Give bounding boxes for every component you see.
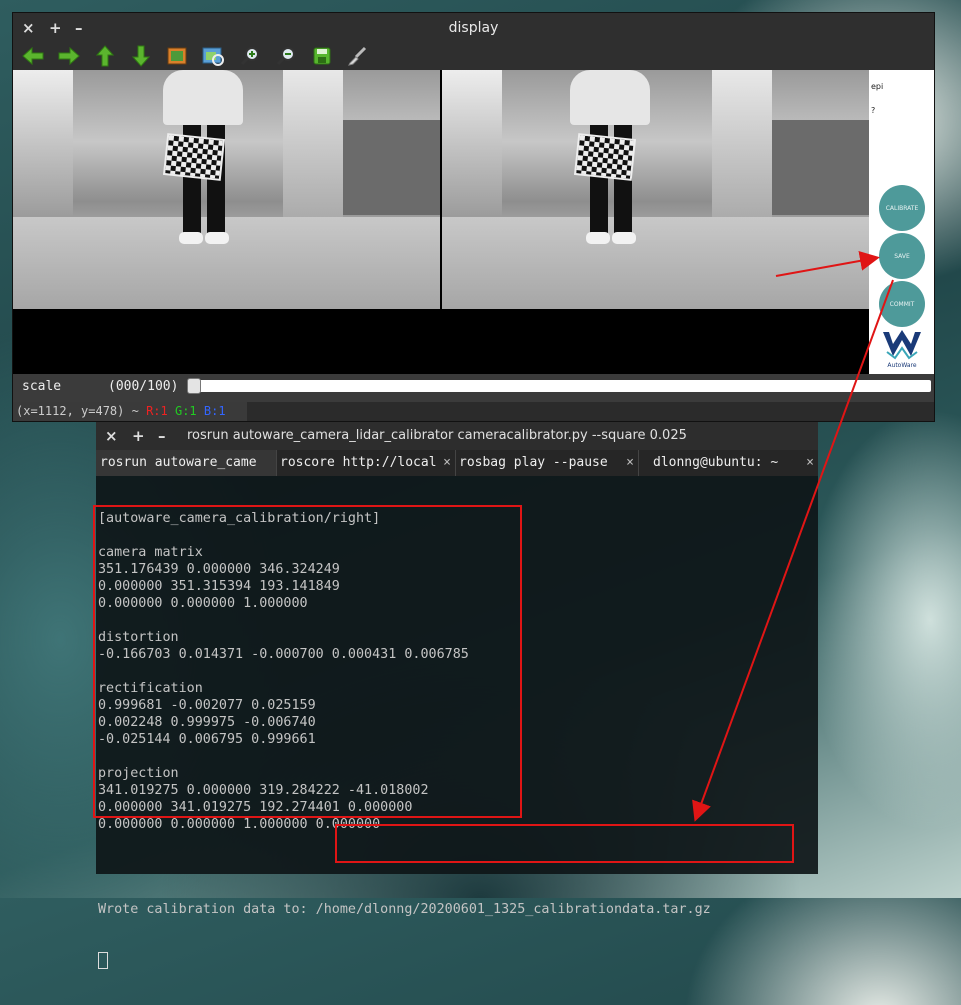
display-toolbar <box>13 43 934 70</box>
terminal-cursor <box>98 952 108 969</box>
status-b: B:1 <box>203 404 226 418</box>
status-coords: (x=1112, y=478) ~ <box>16 404 139 418</box>
image-fit-icon[interactable] <box>202 45 224 67</box>
tab-rosbag[interactable]: rosbag play --pause × <box>456 450 639 476</box>
calibrate-button[interactable]: CALIBRATE <box>879 185 925 231</box>
close-icon[interactable]: × <box>105 427 118 445</box>
brush-icon[interactable] <box>346 45 368 67</box>
close-tab-icon[interactable]: × <box>626 450 634 476</box>
autoware-logo: AutoWare <box>881 328 923 369</box>
wrote-label: Wrote calibration data to: <box>98 902 316 917</box>
right-camera-image <box>442 70 869 309</box>
arrow-left-icon[interactable] <box>22 45 44 67</box>
tab-label: dlonng@ubuntu: ~ <box>653 455 779 470</box>
zoom-out-icon[interactable] <box>275 45 297 67</box>
display-title: display <box>448 20 499 36</box>
prompt-line <box>98 952 818 971</box>
arrow-down-icon[interactable] <box>130 45 152 67</box>
scale-slider[interactable] <box>187 380 931 392</box>
tab-label: rosrun autoware_came <box>100 455 257 470</box>
status-g: G:1 <box>174 404 197 418</box>
tab-roscore[interactable]: roscore http://local × <box>277 450 456 476</box>
minimize-icon[interactable]: – <box>158 427 166 445</box>
arrow-up-icon[interactable] <box>94 45 116 67</box>
save-icon[interactable] <box>311 45 333 67</box>
camera-view <box>13 70 869 374</box>
terminal-title: rosrun autoware_camera_lidar_calibrator … <box>187 428 687 443</box>
zoom-in-icon[interactable] <box>239 45 261 67</box>
path-highlight-box <box>335 824 794 863</box>
scale-slider-thumb[interactable] <box>187 378 201 394</box>
close-tab-icon[interactable]: × <box>439 450 451 476</box>
side-panel-text-2: ? <box>871 106 876 115</box>
tab-shell[interactable]: dlonng@ubuntu: ~ × <box>639 450 818 476</box>
side-panel-text: epi <box>871 82 884 91</box>
calibration-side-panel: epi ? CALIBRATE SAVE COMMIT AutoWare <box>869 70 934 374</box>
commit-button[interactable]: COMMIT <box>879 281 925 327</box>
image-icon[interactable] <box>166 45 188 67</box>
wrote-path: /home/dlonng/20200601_1325_calibrationda… <box>315 902 711 917</box>
display-titlebar[interactable]: × + – display <box>13 13 934 43</box>
matrix-highlight-box <box>93 505 522 818</box>
scale-value: (000/100) <box>108 379 179 394</box>
save-button[interactable]: SAVE <box>879 233 925 279</box>
left-camera-image <box>13 70 440 309</box>
tab-label: rosbag play --pause <box>459 455 608 470</box>
tab-rosrun[interactable]: rosrun autoware_came <box>96 450 277 476</box>
close-tab-icon[interactable]: × <box>806 450 814 476</box>
display-window: × + – display epi ? CALIBRATE SAVE COMMI… <box>13 13 934 421</box>
status-r: R:1 <box>146 404 168 418</box>
terminal-tabs: rosrun autoware_came roscore http://loca… <box>96 450 818 476</box>
arrow-right-icon[interactable] <box>58 45 80 67</box>
logo-text: AutoWare <box>887 362 917 369</box>
tab-label: roscore http://local <box>280 455 437 470</box>
terminal-titlebar[interactable]: × + – rosrun autoware_camera_lidar_calib… <box>96 422 818 450</box>
pixel-status: (x=1112, y=478) ~ R:1 G:1 B:1 <box>13 402 247 421</box>
add-tab-icon[interactable]: + <box>132 427 145 445</box>
wrote-line: Wrote calibration data to: /home/dlonng/… <box>98 901 818 918</box>
scale-trackbar: scale (000/100) <box>13 374 934 402</box>
scale-label: scale <box>22 379 62 394</box>
